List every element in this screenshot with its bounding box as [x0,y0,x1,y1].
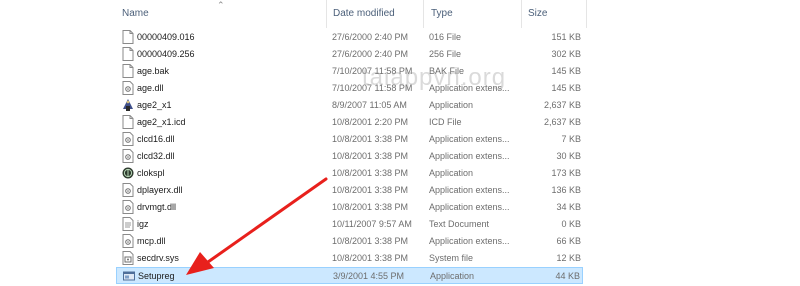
annotation-arrow [186,177,328,275]
